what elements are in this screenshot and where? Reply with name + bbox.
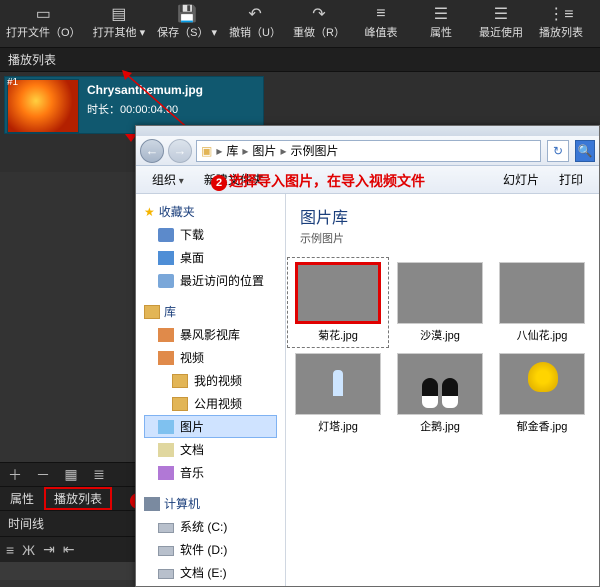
thumbnail-image [397, 353, 483, 415]
clip-filename: Chrysanthemum.jpg [87, 83, 203, 97]
tab-playlist[interactable]: 播放列表 [44, 487, 112, 510]
peak-button[interactable]: ≡峰值表 [351, 0, 411, 47]
playlist-panel-title: 播放列表 [0, 48, 600, 72]
list-view-button[interactable]: ≣ [88, 466, 110, 483]
props-icon: ☰ [417, 4, 465, 24]
content-title: 图片库 [300, 204, 585, 228]
tl-insert-button[interactable]: ⇤ [63, 541, 75, 558]
tab-properties[interactable]: 属性 [0, 487, 44, 510]
thumbnail-item[interactable]: 郁金香.jpg [492, 349, 592, 438]
thumbnail-caption: 灯塔.jpg [289, 418, 387, 434]
slideshow-button[interactable]: 幻灯片 [495, 169, 547, 190]
grid-view-button[interactable]: ▦ [60, 466, 82, 483]
thumbnail-grid: 菊花.jpg沙漠.jpg八仙花.jpg 灯塔.jpg企鹅.jpg郁金香.jpg [286, 252, 599, 444]
tree-computer[interactable]: 计算机 [144, 492, 277, 515]
content-subtitle: 示例图片 [300, 230, 585, 246]
thumbnail-item[interactable]: 灯塔.jpg [288, 349, 388, 438]
thumbnail-image [499, 353, 585, 415]
thumbnail-caption: 八仙花.jpg [493, 327, 591, 343]
tl-menu-button[interactable]: ≡ [6, 542, 14, 558]
folder-icon: ▣ [201, 144, 212, 158]
open-file-button[interactable]: ▭打开文件（O） [0, 0, 87, 47]
open-other-button[interactable]: ▤打开其他 ▾ [87, 0, 152, 47]
save-icon: 💾 [157, 4, 217, 24]
thumbnail-image [295, 353, 381, 415]
annotation-2: 2选择导入图片，在导入视频文件 [211, 171, 425, 191]
clip-duration: 时长：00:00:04:00 [87, 101, 203, 117]
organize-button[interactable]: 组织 [144, 169, 192, 190]
clip-index: #1 [7, 77, 18, 88]
main-toolbar: ▭打开文件（O） ▤打开其他 ▾ 💾保存（S） ▾ ↶撤销（U） ↷重做（R） … [0, 0, 600, 48]
save-button[interactable]: 💾保存（S） ▾ [151, 0, 223, 47]
tree-video[interactable]: 视频 [144, 346, 277, 369]
undo-button[interactable]: ↶撤销（U） [223, 0, 287, 47]
recent-icon: ☰ [477, 4, 525, 24]
thumbnail-item[interactable]: 企鹅.jpg [390, 349, 490, 438]
nav-tree: ★收藏夹 下载 桌面 最近访问的位置 库 暴风影视库 视频 我的视频 公用视频 … [136, 194, 286, 587]
print-button[interactable]: 打印 [551, 169, 591, 190]
content-pane: 图片库 示例图片 菊花.jpg沙漠.jpg八仙花.jpg 灯塔.jpg企鹅.jpg… [286, 194, 599, 587]
tree-pictures[interactable]: 图片 [144, 415, 277, 438]
tl-cut-button[interactable]: Ж [22, 542, 35, 558]
tree-desktop[interactable]: 桌面 [144, 246, 277, 269]
thumbnail-item[interactable]: 八仙花.jpg [492, 258, 592, 347]
refresh-button[interactable]: ↻ [547, 140, 569, 162]
redo-icon: ↷ [293, 4, 345, 24]
thumbnail-caption: 菊花.jpg [289, 327, 387, 343]
nav-fwd-button[interactable]: → [168, 139, 192, 163]
tree-music[interactable]: 音乐 [144, 461, 277, 484]
thumbnail-caption: 郁金香.jpg [493, 418, 591, 434]
tree-pubvideo[interactable]: 公用视频 [144, 392, 277, 415]
dialog-titlebar[interactable] [136, 126, 599, 136]
thumbnail-item[interactable]: 沙漠.jpg [390, 258, 490, 347]
thumbnail-image [295, 262, 381, 324]
tree-recent[interactable]: 最近访问的位置 [144, 269, 277, 292]
tree-baofeng[interactable]: 暴风影视库 [144, 323, 277, 346]
tree-docs[interactable]: 文档 [144, 438, 277, 461]
address-bar[interactable]: ▣ ▸库 ▸图片 ▸示例图片 [196, 140, 541, 162]
playlist-top-button[interactable]: ⋮≡播放列表 [531, 0, 591, 47]
peak-icon: ≡ [357, 4, 405, 24]
search-button[interactable]: 🔍 [575, 140, 595, 162]
thumbnail-image [499, 262, 585, 324]
thumbnail-caption: 沙漠.jpg [391, 327, 489, 343]
time-button[interactable]: ≣时 [591, 0, 600, 47]
recent-button[interactable]: ☰最近使用 [471, 0, 531, 47]
open-file-icon: ▭ [6, 4, 81, 24]
tree-disk-c[interactable]: 系统 (C:) [144, 515, 277, 538]
undo-icon: ↶ [229, 4, 281, 24]
dialog-nav: ← → ▣ ▸库 ▸图片 ▸示例图片 ↻ 🔍 [136, 136, 599, 166]
thumbnail-caption: 企鹅.jpg [391, 418, 489, 434]
redo-button[interactable]: ↷重做（R） [287, 0, 351, 47]
tl-append-button[interactable]: ⇥ [43, 541, 55, 558]
dialog-toolbar: 组织 新建文件夹 幻灯片 打印 2选择导入图片，在导入视频文件 [136, 166, 599, 194]
tree-disk-e[interactable]: 文档 (E:) [144, 561, 277, 584]
tree-myvideo[interactable]: 我的视频 [144, 369, 277, 392]
file-open-dialog: ← → ▣ ▸库 ▸图片 ▸示例图片 ↻ 🔍 组织 新建文件夹 幻灯片 打印 2… [135, 125, 600, 587]
remove-button[interactable]: － [32, 465, 54, 485]
tree-libraries[interactable]: 库 [144, 300, 277, 323]
thumbnail-image [397, 262, 483, 324]
add-button[interactable]: ＋ [4, 465, 26, 485]
thumbnail-item[interactable]: 菊花.jpg [288, 258, 388, 347]
tree-disk-d[interactable]: 软件 (D:) [144, 538, 277, 561]
tree-downloads[interactable]: 下载 [144, 223, 277, 246]
tree-favorites[interactable]: ★收藏夹 [144, 200, 277, 223]
open-other-icon: ▤ [93, 4, 146, 24]
props-button[interactable]: ☰属性 [411, 0, 471, 47]
nav-back-button[interactable]: ← [140, 139, 164, 163]
playlist-icon: ⋮≡ [537, 4, 585, 24]
